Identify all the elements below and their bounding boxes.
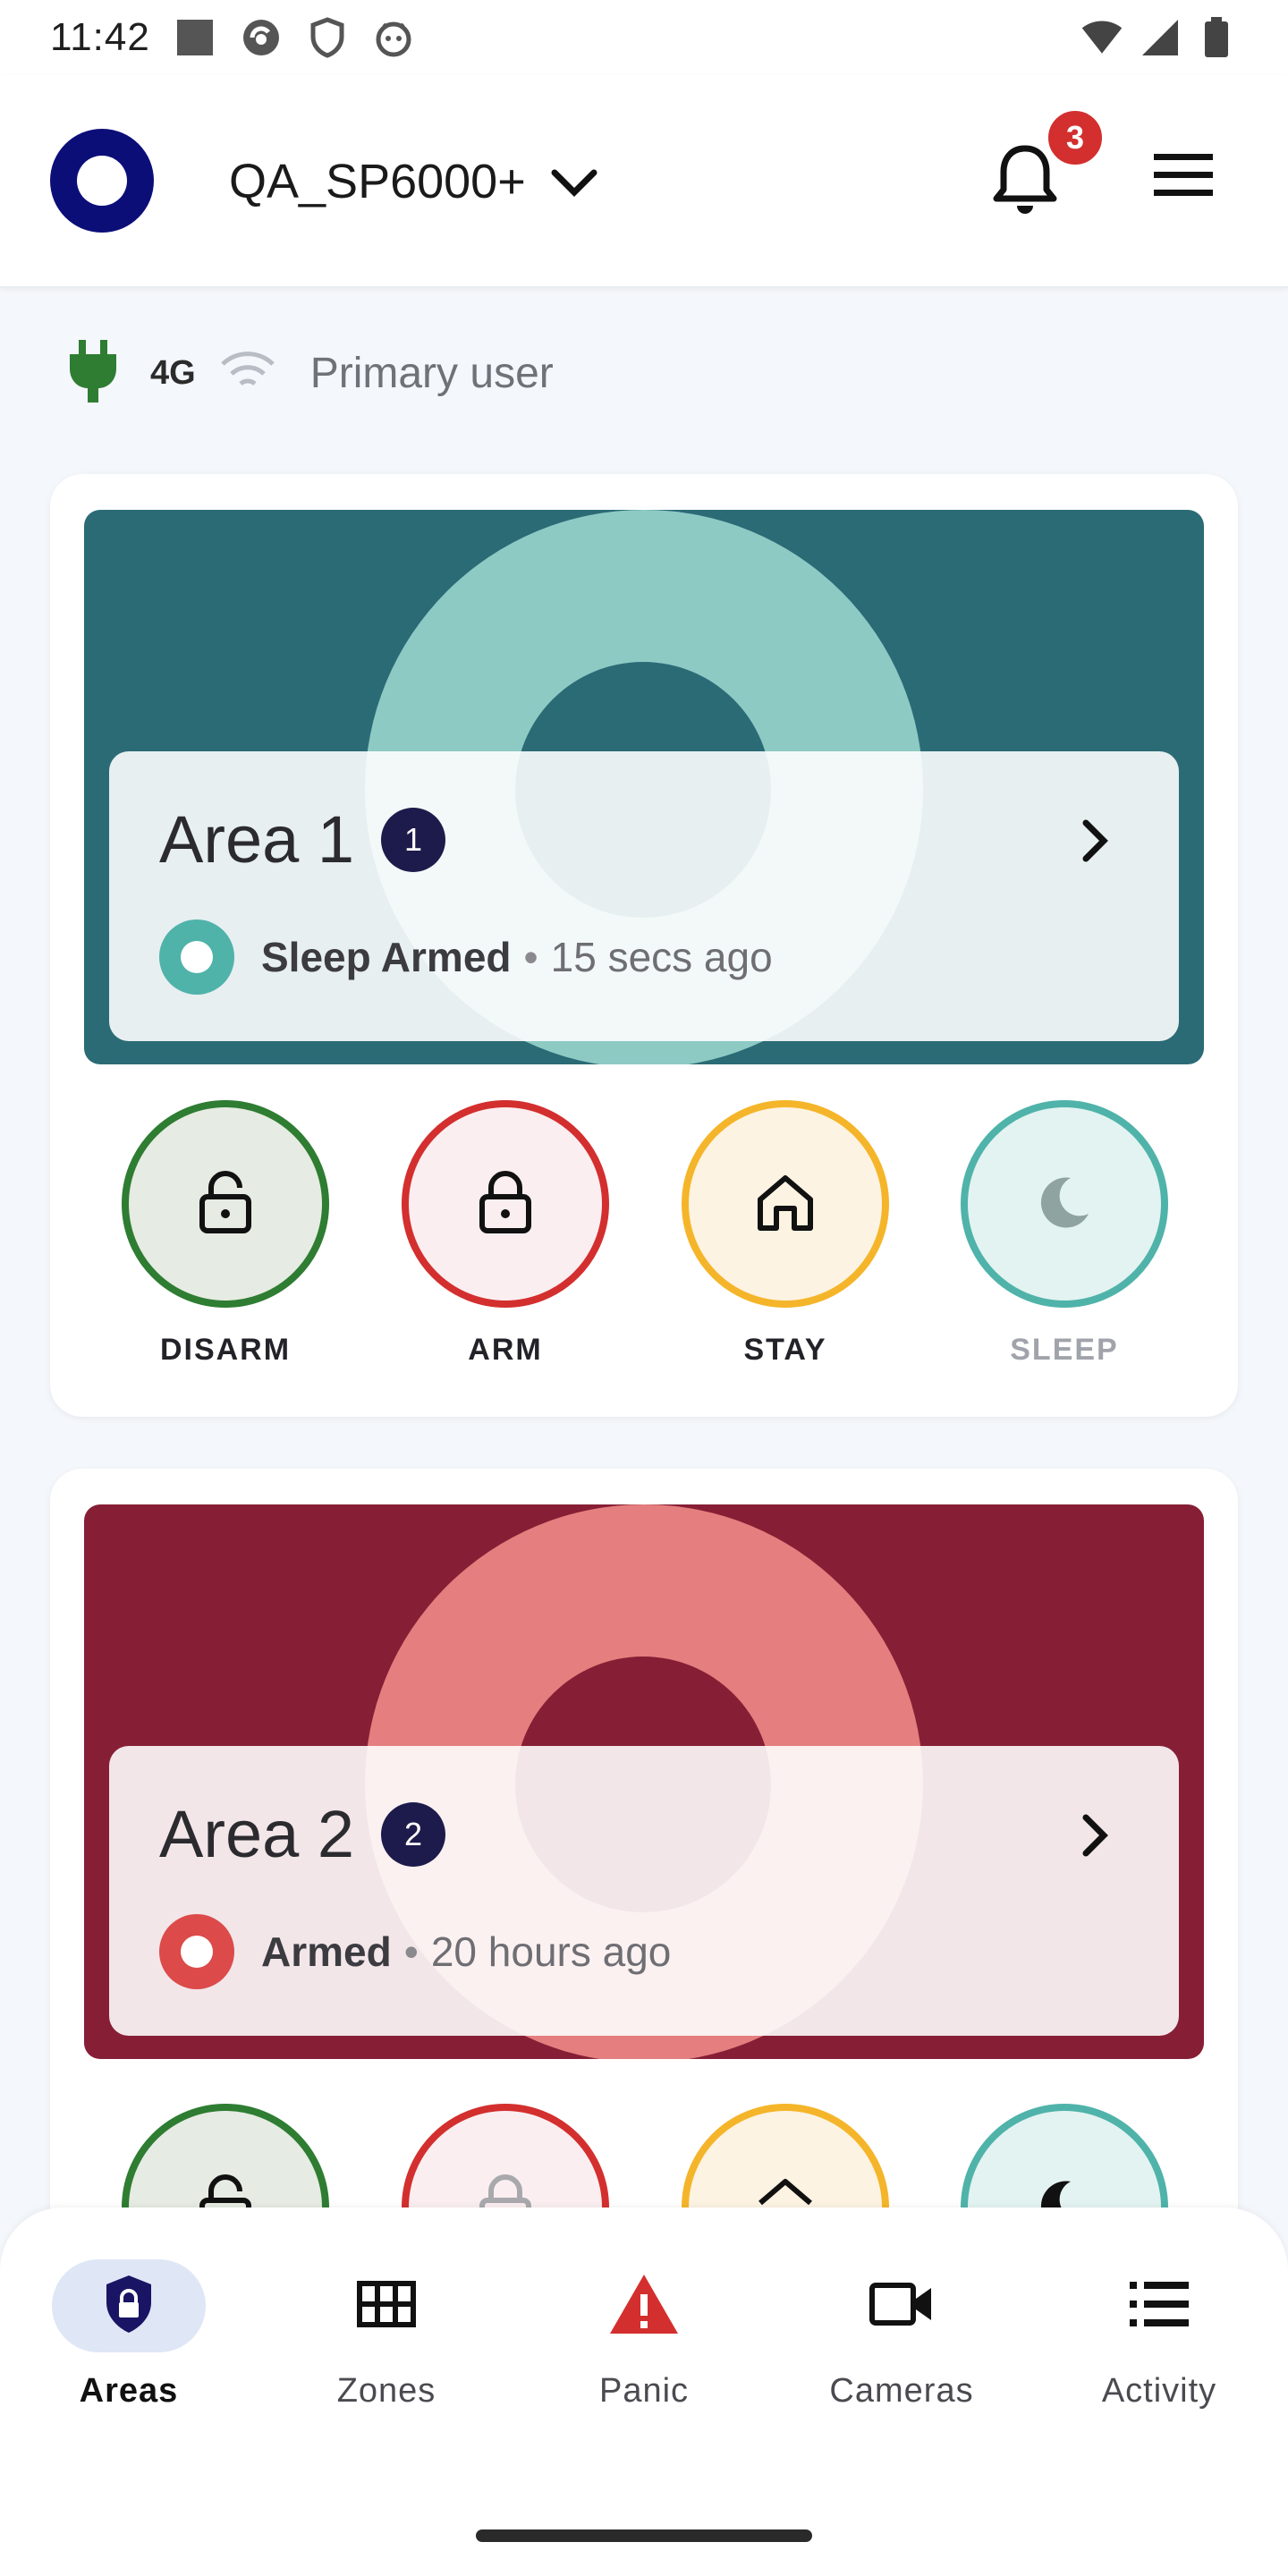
chevron-down-icon	[551, 154, 597, 209]
area-name: Area 2	[159, 1797, 355, 1871]
sleep-label: SLEEP	[1010, 1333, 1119, 1367]
area-status: Sleep Armed	[261, 934, 512, 980]
nav-areas-label: Areas	[79, 2372, 179, 2410]
status-indicator	[159, 1914, 234, 1989]
android-debug-icon	[372, 16, 415, 59]
grid-icon	[357, 2280, 416, 2332]
shield-status-icon	[306, 16, 349, 59]
nav-cameras[interactable]: Cameras	[803, 2259, 1000, 2438]
status-bar: 11:42	[0, 0, 1288, 75]
nav-cameras-label: Cameras	[829, 2372, 974, 2410]
chevron-right-icon[interactable]	[1068, 814, 1122, 868]
power-plug-icon	[66, 338, 120, 409]
video-camera-icon	[869, 2282, 934, 2330]
area-info-panel[interactable]: Area 2 2 Armed • 20 hours ago	[109, 1746, 1179, 2036]
unlock-icon	[197, 1170, 254, 1239]
nav-panic-label: Panic	[598, 2372, 690, 2410]
bell-icon	[991, 145, 1059, 220]
menu-button[interactable]	[1152, 152, 1220, 206]
warning-icon	[608, 2273, 680, 2340]
disarm-label: DISARM	[159, 1333, 292, 1367]
separator-dot: •	[523, 934, 538, 980]
app-header: QA_SP6000+	[0, 75, 1288, 288]
area-status-time: 20 hours ago	[430, 1928, 672, 1975]
square-notification-icon	[174, 16, 216, 59]
shield-lock-icon	[103, 2274, 155, 2339]
nav-areas[interactable]: Areas	[30, 2259, 227, 2438]
lock-icon	[477, 1170, 534, 1239]
area-status-time: 15 secs ago	[550, 934, 773, 980]
wifi-signal-icon	[1080, 16, 1123, 59]
area-name: Area 1	[159, 802, 355, 877]
site-name: QA_SP6000+	[229, 155, 526, 208]
connection-status-row: 4G Primary user	[66, 338, 554, 409]
stay-button[interactable]: STAY	[682, 1100, 889, 1368]
bottom-navigation: Areas Zones Panic Cameras Activity	[0, 2207, 1288, 2576]
status-indicator	[159, 919, 234, 995]
battery-icon	[1195, 16, 1238, 59]
status-time: 11:42	[50, 15, 150, 59]
nav-activity-label: Activity	[1101, 2372, 1217, 2410]
nav-panic[interactable]: Panic	[546, 2259, 742, 2438]
arm-button[interactable]: ARM	[402, 1100, 609, 1368]
cell-signal-icon	[1138, 16, 1181, 59]
nav-activity[interactable]: Activity	[1061, 2259, 1258, 2438]
home-indicator[interactable]	[476, 2529, 812, 2542]
area-card-1: Area 1 1 Sleep Armed • 15 secs ago DISAR…	[50, 474, 1238, 1417]
user-role-label: Primary user	[309, 350, 554, 397]
sleep-button[interactable]: SLEEP	[961, 1100, 1168, 1368]
hamburger-menu-icon	[1152, 154, 1215, 202]
notification-badge: 3	[1043, 106, 1107, 170]
disarm-button[interactable]: DISARM	[122, 1100, 329, 1368]
nav-zones[interactable]: Zones	[288, 2259, 485, 2438]
sync-app-icon	[240, 16, 283, 59]
area-number-badge: 2	[381, 1801, 446, 1867]
site-selector[interactable]: QA_SP6000+	[229, 154, 597, 209]
area-hero-1[interactable]: Area 1 1 Sleep Armed • 15 secs ago	[84, 510, 1204, 1064]
app-logo[interactable]	[50, 129, 154, 233]
separator-dot: •	[403, 1928, 419, 1975]
moon-icon	[1035, 1173, 1094, 1236]
arm-label: ARM	[468, 1333, 543, 1367]
nav-zones-label: Zones	[336, 2372, 436, 2410]
area-status: Armed	[261, 1928, 392, 1975]
arm-actions: DISARM ARM STAY SLEEP	[50, 1100, 1238, 1367]
stay-label: STAY	[743, 1333, 827, 1367]
area-number-badge: 1	[381, 807, 446, 872]
list-icon	[1128, 2279, 1191, 2334]
chevron-right-icon[interactable]	[1068, 1809, 1122, 1862]
network-type-label: 4G	[150, 354, 196, 392]
area-info-panel[interactable]: Area 1 1 Sleep Armed • 15 secs ago	[109, 751, 1179, 1041]
area-hero-2[interactable]: Area 2 2 Armed • 20 hours ago	[84, 1504, 1204, 2059]
wifi-icon	[219, 350, 276, 397]
home-icon	[755, 1173, 816, 1236]
